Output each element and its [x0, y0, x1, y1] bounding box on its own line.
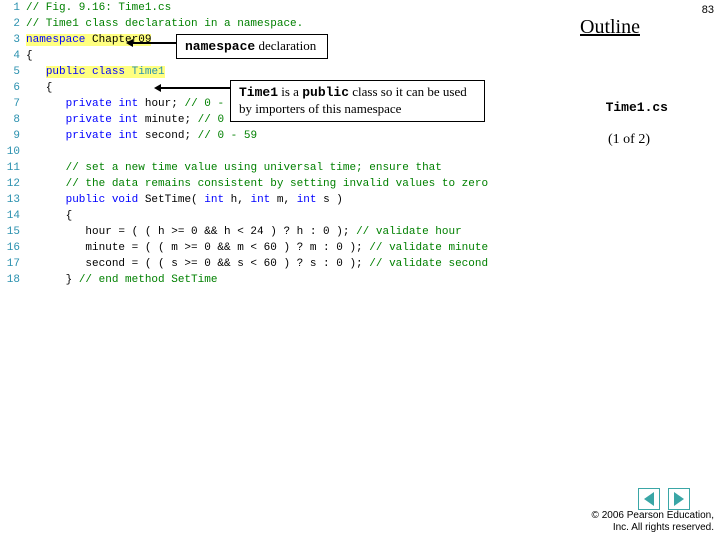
code-line: 13 public void SetTime( int h, int m, in… — [0, 192, 575, 208]
code-line: 16 minute = ( ( m >= 0 && m < 60 ) ? m :… — [0, 240, 575, 256]
line-number: 2 — [0, 16, 26, 32]
callout-namespace-keyword: namespace — [185, 39, 255, 54]
callout-class: Time1 is a public class so it can be use… — [230, 80, 485, 122]
code-line: 15 hour = ( ( h >= 0 && h < 24 ) ? h : 0… — [0, 224, 575, 240]
line-number: 12 — [0, 176, 26, 192]
code-text: // set a new time value using universal … — [26, 160, 442, 176]
callout-namespace-text: declaration — [255, 38, 316, 53]
line-number: 9 — [0, 128, 26, 144]
code-text: { — [26, 208, 72, 224]
line-number: 10 — [0, 144, 26, 160]
line-number: 11 — [0, 160, 26, 176]
code-text: hour = ( ( h >= 0 && h < 24 ) ? h : 0 );… — [26, 224, 462, 240]
code-line: 17 second = ( ( s >= 0 && s < 60 ) ? s :… — [0, 256, 575, 272]
code-line: 14 { — [0, 208, 575, 224]
line-number: 6 — [0, 80, 26, 96]
callout-class-text1: is a — [278, 84, 302, 99]
code-text: second = ( ( s >= 0 && s < 60 ) ? s : 0 … — [26, 256, 488, 272]
code-text: minute = ( ( m >= 0 && m < 60 ) ? m : 0 … — [26, 240, 488, 256]
page-number: 83 — [702, 4, 714, 16]
code-line: 11 // set a new time value using univers… — [0, 160, 575, 176]
line-number: 18 — [0, 272, 26, 288]
line-number: 8 — [0, 112, 26, 128]
callout-class-name: Time1 — [239, 85, 278, 100]
arrow-icon — [132, 42, 176, 44]
code-text: public void SetTime( int h, int m, int s… — [26, 192, 343, 208]
footer-line2: Inc. All rights reserved. — [592, 522, 714, 534]
code-text: { — [26, 48, 33, 64]
footer-line1: © 2006 Pearson Education, — [592, 510, 714, 522]
code-line: 18 } // end method SetTime — [0, 272, 575, 288]
code-line: 2// Time1 class declaration in a namespa… — [0, 16, 575, 32]
arrow-icon — [160, 87, 230, 89]
line-number: 7 — [0, 96, 26, 112]
line-number: 3 — [0, 32, 26, 48]
copyright-footer: © 2006 Pearson Education, Inc. All right… — [592, 510, 714, 534]
line-number: 5 — [0, 64, 26, 80]
code-text: private int hour; // 0 - 23 — [26, 96, 244, 112]
code-line: 10 — [0, 144, 575, 160]
page-indicator: (1 of 2) — [608, 132, 650, 148]
triangle-left-icon — [644, 492, 654, 506]
filename-label: Time1.cs — [606, 100, 668, 115]
line-number: 13 — [0, 192, 26, 208]
code-text: // Fig. 9.16: Time1.cs — [26, 0, 171, 16]
code-text: { — [26, 80, 52, 96]
code-line: 5 public class Time1 — [0, 64, 575, 80]
code-text: private int second; // 0 - 59 — [26, 128, 257, 144]
prev-button[interactable] — [638, 488, 660, 510]
callout-class-keyword: public — [302, 85, 349, 100]
line-number: 1 — [0, 0, 26, 16]
code-line: 9 private int second; // 0 - 59 — [0, 128, 575, 144]
line-number: 16 — [0, 240, 26, 256]
code-line: 12 // the data remains consistent by set… — [0, 176, 575, 192]
next-button[interactable] — [668, 488, 690, 510]
code-text: } // end method SetTime — [26, 272, 217, 288]
line-number: 14 — [0, 208, 26, 224]
line-number: 15 — [0, 224, 26, 240]
line-number: 17 — [0, 256, 26, 272]
code-text: public class Time1 — [26, 64, 165, 80]
triangle-right-icon — [674, 492, 684, 506]
code-text: // Time1 class declaration in a namespac… — [26, 16, 303, 32]
code-line: 1// Fig. 9.16: Time1.cs — [0, 0, 575, 16]
outline-title: Outline — [580, 16, 640, 39]
line-number: 4 — [0, 48, 26, 64]
nav-controls — [638, 488, 690, 510]
callout-namespace: namespace declaration — [176, 34, 328, 59]
code-text: // the data remains consistent by settin… — [26, 176, 488, 192]
code-text: private int minute; // 0 - 59 — [26, 112, 257, 128]
